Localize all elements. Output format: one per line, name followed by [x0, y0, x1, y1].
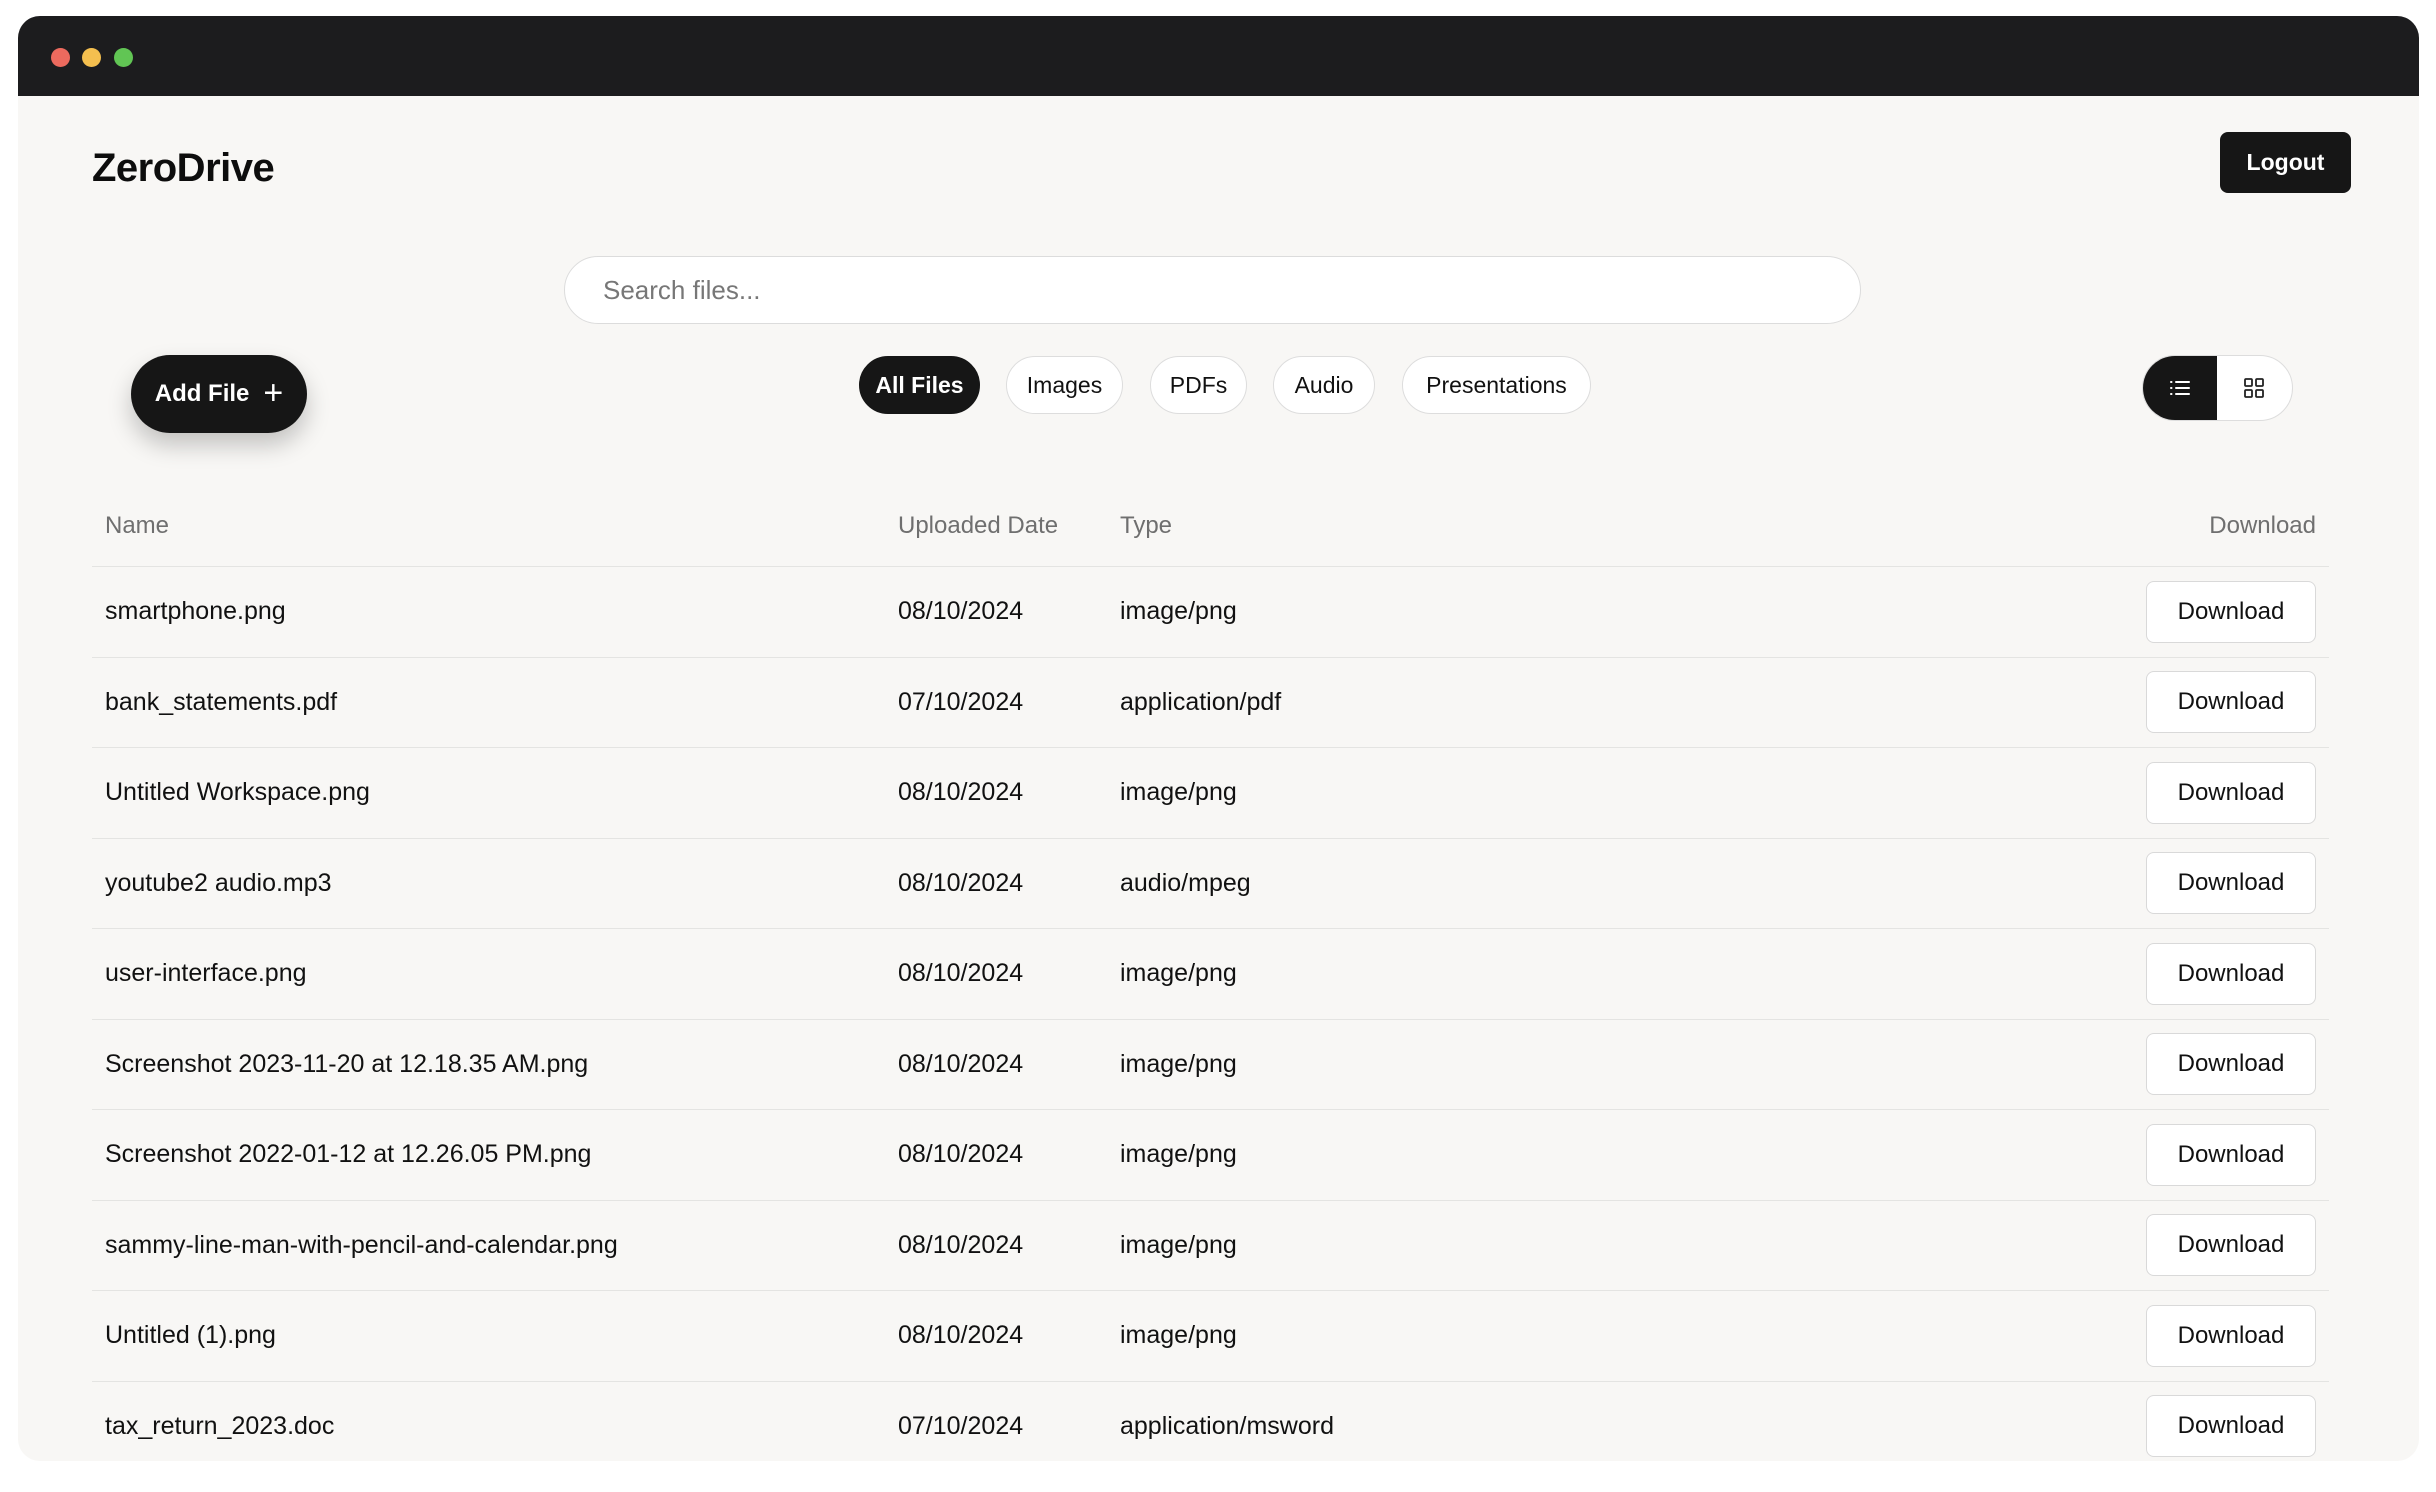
- column-header-name[interactable]: Name: [105, 486, 169, 566]
- plus-icon: +: [263, 373, 284, 412]
- file-type: audio/mpeg: [1120, 868, 1251, 897]
- file-name: Untitled (1).png: [105, 1321, 276, 1350]
- table-row[interactable]: sammy-line-man-with-pencil-and-calendar.…: [92, 1201, 2329, 1291]
- table-row[interactable]: Screenshot 2022-01-12 at 12.26.05 PM.png…: [92, 1110, 2329, 1201]
- file-name: bank_statements.pdf: [105, 687, 338, 716]
- column-header-uploaded-date[interactable]: Uploaded Date: [898, 486, 1058, 566]
- table-header: Name Uploaded Date Type Download: [92, 486, 2329, 567]
- table-row[interactable]: user-interface.png 08/10/2024 image/png …: [92, 929, 2329, 1020]
- view-toggle: [2142, 355, 2293, 421]
- app-window: ZeroDrive Logout Add File + All Files Im…: [18, 16, 2419, 1461]
- file-type: application/msword: [1120, 1411, 1334, 1440]
- download-button[interactable]: Download: [2146, 1123, 2316, 1186]
- download-cell: Download: [2146, 839, 2316, 929]
- column-header-download: Download: [2209, 512, 2316, 539]
- file-uploaded-date: 08/10/2024: [898, 868, 1024, 897]
- table-row[interactable]: youtube2 audio.mp3 08/10/2024 audio/mpeg…: [92, 839, 2329, 929]
- file-uploaded-date: 08/10/2024: [898, 1230, 1024, 1259]
- download-cell: Download: [2146, 658, 2316, 748]
- file-uploaded-date: 07/10/2024: [898, 1411, 1024, 1440]
- download-cell: Download: [2146, 929, 2316, 1019]
- window-titlebar: [18, 16, 2419, 96]
- column-header-type[interactable]: Type: [1120, 486, 1172, 566]
- download-button[interactable]: Download: [2146, 942, 2316, 1005]
- download-button[interactable]: Download: [2146, 852, 2316, 915]
- file-name: Untitled Workspace.png: [105, 778, 370, 807]
- minimize-window-button[interactable]: [82, 48, 101, 67]
- filter-all-files[interactable]: All Files: [859, 356, 980, 414]
- table-row[interactable]: Untitled Workspace.png 08/10/2024 image/…: [92, 748, 2329, 839]
- file-uploaded-date: 08/10/2024: [898, 1140, 1024, 1169]
- download-button[interactable]: Download: [2146, 580, 2316, 643]
- download-button[interactable]: Download: [2146, 1214, 2316, 1277]
- table-row[interactable]: Untitled (1).png 08/10/2024 image/png Do…: [92, 1291, 2329, 1382]
- close-window-button[interactable]: [51, 48, 70, 67]
- table-body: smartphone.png 08/10/2024 image/png Down…: [92, 567, 2329, 1461]
- download-button[interactable]: Download: [2146, 761, 2316, 824]
- download-cell: Download: [2146, 1020, 2316, 1110]
- grid-view-button[interactable]: [2217, 356, 2291, 420]
- filter-pdfs[interactable]: PDFs: [1150, 356, 1247, 414]
- file-uploaded-date: 08/10/2024: [898, 597, 1024, 626]
- filter-audio[interactable]: Audio: [1273, 356, 1375, 414]
- file-uploaded-date: 07/10/2024: [898, 687, 1024, 716]
- table-row[interactable]: smartphone.png 08/10/2024 image/png Down…: [92, 567, 2329, 658]
- file-type: application/pdf: [1120, 687, 1282, 716]
- list-icon: [2170, 381, 2190, 395]
- download-button[interactable]: Download: [2146, 1033, 2316, 1096]
- filter-images[interactable]: Images: [1006, 356, 1123, 414]
- table-row[interactable]: bank_statements.pdf 07/10/2024 applicati…: [92, 658, 2329, 748]
- download-button[interactable]: Download: [2146, 1395, 2316, 1458]
- file-name: tax_return_2023.doc: [105, 1411, 335, 1440]
- file-name: youtube2 audio.mp3: [105, 868, 332, 897]
- table-row[interactable]: Screenshot 2023-11-20 at 12.18.35 AM.png…: [92, 1020, 2329, 1110]
- app-logo-title: ZeroDrive: [92, 146, 275, 190]
- search-input[interactable]: [564, 256, 1861, 324]
- maximize-window-button[interactable]: [114, 48, 133, 67]
- file-type: image/png: [1120, 597, 1237, 626]
- download-cell: Download: [2146, 1110, 2316, 1200]
- file-type: image/png: [1120, 959, 1237, 988]
- file-uploaded-date: 08/10/2024: [898, 778, 1024, 807]
- grid-icon: [2244, 378, 2264, 398]
- download-cell: Download: [2146, 1291, 2316, 1381]
- filter-presentations[interactable]: Presentations: [1402, 356, 1591, 414]
- file-type: image/png: [1120, 1140, 1237, 1169]
- file-type: image/png: [1120, 1049, 1237, 1078]
- logout-button[interactable]: Logout: [2220, 132, 2351, 193]
- download-cell: Download: [2146, 748, 2316, 838]
- list-view-button[interactable]: [2143, 356, 2217, 420]
- download-button[interactable]: Download: [2146, 1304, 2316, 1367]
- file-name: Screenshot 2022-01-12 at 12.26.05 PM.png: [105, 1140, 592, 1169]
- add-file-button[interactable]: Add File +: [131, 355, 307, 433]
- file-name: user-interface.png: [105, 959, 307, 988]
- files-table: Name Uploaded Date Type Download smartph…: [92, 486, 2329, 1461]
- file-name: smartphone.png: [105, 597, 286, 626]
- download-button[interactable]: Download: [2146, 671, 2316, 734]
- download-cell: Download: [2146, 1201, 2316, 1291]
- file-type: image/png: [1120, 778, 1237, 807]
- file-uploaded-date: 08/10/2024: [898, 1049, 1024, 1078]
- add-file-label: Add File: [154, 380, 250, 407]
- file-name: Screenshot 2023-11-20 at 12.18.35 AM.png: [105, 1049, 589, 1078]
- file-type: image/png: [1120, 1230, 1237, 1259]
- file-type: image/png: [1120, 1321, 1237, 1350]
- download-cell: Download: [2146, 567, 2316, 657]
- table-row[interactable]: tax_return_2023.doc 07/10/2024 applicati…: [92, 1382, 2329, 1462]
- file-uploaded-date: 08/10/2024: [898, 959, 1024, 988]
- file-name: sammy-line-man-with-pencil-and-calendar.…: [105, 1230, 618, 1259]
- download-cell: Download: [2146, 1382, 2316, 1462]
- file-uploaded-date: 08/10/2024: [898, 1321, 1024, 1350]
